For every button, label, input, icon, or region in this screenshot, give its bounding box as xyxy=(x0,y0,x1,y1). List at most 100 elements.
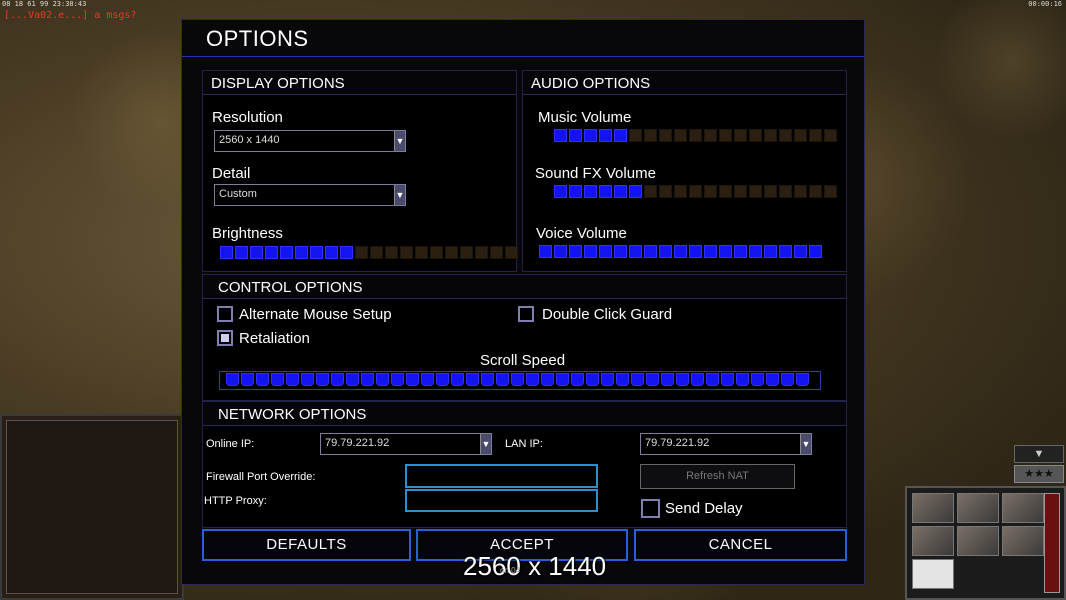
slider-segment[interactable] xyxy=(554,129,567,142)
slider-segment[interactable] xyxy=(661,373,674,386)
slider-segment[interactable] xyxy=(361,373,374,386)
slider-segment[interactable] xyxy=(764,245,777,258)
slider-segment[interactable] xyxy=(460,246,473,259)
slider-segment[interactable] xyxy=(256,373,269,386)
slider-segment[interactable] xyxy=(779,185,792,198)
slider-segment[interactable] xyxy=(599,129,612,142)
slider-segment[interactable] xyxy=(584,129,597,142)
slider-segment[interactable] xyxy=(766,373,779,386)
slider-segment[interactable] xyxy=(584,245,597,258)
slider-segment[interactable] xyxy=(734,129,747,142)
slider-segment[interactable] xyxy=(295,246,308,259)
unit-portrait[interactable] xyxy=(1002,493,1044,523)
slider-segment[interactable] xyxy=(764,129,777,142)
slider-segment[interactable] xyxy=(794,129,807,142)
defaults-button[interactable]: DEFAULTS xyxy=(202,529,411,561)
slider-segment[interactable] xyxy=(646,373,659,386)
slider-segment[interactable] xyxy=(316,373,329,386)
slider-segment[interactable] xyxy=(310,246,323,259)
slider-segment[interactable] xyxy=(569,185,582,198)
slider-segment[interactable] xyxy=(511,373,524,386)
slider-segment[interactable] xyxy=(430,246,443,259)
unit-portrait[interactable] xyxy=(957,526,999,556)
slider-segment[interactable] xyxy=(659,129,672,142)
slider-segment[interactable] xyxy=(614,129,627,142)
slider-segment[interactable] xyxy=(599,185,612,198)
general-rank-button[interactable]: ★★★ xyxy=(1014,465,1064,483)
slider-segment[interactable] xyxy=(749,185,762,198)
slider-segment[interactable] xyxy=(539,245,552,258)
unit-portrait[interactable] xyxy=(912,559,954,589)
slider-segment[interactable] xyxy=(250,246,263,259)
slider-segment[interactable] xyxy=(796,373,809,386)
slider-segment[interactable] xyxy=(421,373,434,386)
slider-segment[interactable] xyxy=(346,373,359,386)
slider-segment[interactable] xyxy=(674,245,687,258)
slider-segment[interactable] xyxy=(220,246,233,259)
slider-segment[interactable] xyxy=(616,373,629,386)
slider-segment[interactable] xyxy=(226,373,239,386)
slider-segment[interactable] xyxy=(689,129,702,142)
slider-segment[interactable] xyxy=(749,129,762,142)
alt-mouse-checkbox[interactable] xyxy=(217,306,233,322)
slider-segment[interactable] xyxy=(751,373,764,386)
slider-segment[interactable] xyxy=(631,373,644,386)
slider-segment[interactable] xyxy=(569,129,582,142)
slider-segment[interactable] xyxy=(674,185,687,198)
chevron-down-icon[interactable]: ▼ xyxy=(480,434,491,454)
slider-segment[interactable] xyxy=(794,245,807,258)
slider-segment[interactable] xyxy=(659,245,672,258)
slider-segment[interactable] xyxy=(301,373,314,386)
slider-segment[interactable] xyxy=(415,246,428,259)
slider-segment[interactable] xyxy=(554,185,567,198)
slider-segment[interactable] xyxy=(584,185,597,198)
slider-segment[interactable] xyxy=(286,373,299,386)
slider-segment[interactable] xyxy=(779,129,792,142)
slider-segment[interactable] xyxy=(541,373,554,386)
slider-segment[interactable] xyxy=(809,185,822,198)
lan-ip-dropdown[interactable]: 79.79.221.92 ▼ xyxy=(640,433,812,455)
slider-segment[interactable] xyxy=(704,185,717,198)
http-proxy-input[interactable] xyxy=(405,489,598,512)
slider-segment[interactable] xyxy=(571,373,584,386)
slider-segment[interactable] xyxy=(235,246,248,259)
slider-segment[interactable] xyxy=(781,373,794,386)
retaliation-checkbox[interactable] xyxy=(217,330,233,346)
slider-segment[interactable] xyxy=(749,245,762,258)
slider-segment[interactable] xyxy=(794,185,807,198)
slider-segment[interactable] xyxy=(824,185,837,198)
brightness-slider[interactable] xyxy=(220,246,518,260)
slider-segment[interactable] xyxy=(809,245,822,258)
slider-segment[interactable] xyxy=(674,129,687,142)
slider-segment[interactable] xyxy=(734,245,747,258)
slider-segment[interactable] xyxy=(629,129,642,142)
slider-segment[interactable] xyxy=(241,373,254,386)
slider-segment[interactable] xyxy=(280,246,293,259)
slider-segment[interactable] xyxy=(556,373,569,386)
slider-segment[interactable] xyxy=(385,246,398,259)
slider-segment[interactable] xyxy=(644,129,657,142)
slider-segment[interactable] xyxy=(689,185,702,198)
slider-segment[interactable] xyxy=(736,373,749,386)
slider-segment[interactable] xyxy=(704,245,717,258)
slider-segment[interactable] xyxy=(704,129,717,142)
slider-segment[interactable] xyxy=(629,185,642,198)
slider-segment[interactable] xyxy=(325,246,338,259)
slider-segment[interactable] xyxy=(601,373,614,386)
collapse-hud-button[interactable]: ▼ xyxy=(1014,445,1064,463)
slider-segment[interactable] xyxy=(554,245,567,258)
slider-segment[interactable] xyxy=(451,373,464,386)
slider-segment[interactable] xyxy=(629,245,642,258)
unit-portrait[interactable] xyxy=(912,493,954,523)
slider-segment[interactable] xyxy=(586,373,599,386)
slider-segment[interactable] xyxy=(659,185,672,198)
resolution-dropdown[interactable]: 2560 x 1440 ▼ xyxy=(214,130,406,152)
chevron-down-icon[interactable]: ▼ xyxy=(394,185,405,205)
slider-segment[interactable] xyxy=(719,185,732,198)
slider-segment[interactable] xyxy=(391,373,404,386)
slider-segment[interactable] xyxy=(445,246,458,259)
music-volume-slider[interactable] xyxy=(554,129,837,143)
slider-segment[interactable] xyxy=(505,246,518,259)
unit-portrait[interactable] xyxy=(912,526,954,556)
slider-segment[interactable] xyxy=(764,185,777,198)
